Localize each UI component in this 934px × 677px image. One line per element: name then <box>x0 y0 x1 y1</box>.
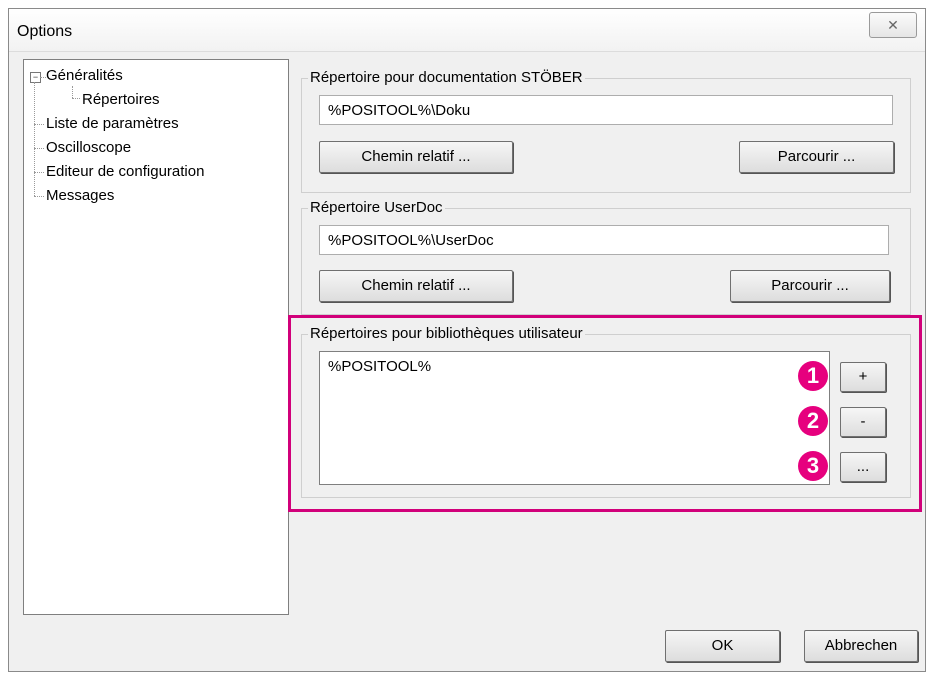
userdoc-relative-path-button[interactable]: Chemin relatif ... <box>319 270 513 302</box>
annotation-highlight-frame <box>288 315 922 512</box>
tree-item-generalites[interactable]: Généralités <box>46 67 123 85</box>
userdoc-directory-legend: Répertoire UserDoc <box>308 199 445 216</box>
close-icon: ✕ <box>887 17 899 33</box>
tree-connector <box>34 124 44 125</box>
userdoc-directory-group: Répertoire UserDoc %POSITOOL%\UserDoc Ch… <box>301 199 911 315</box>
tree-connector <box>34 148 44 149</box>
userdoc-path-field[interactable]: %POSITOOL%\UserDoc <box>319 225 889 255</box>
title-bar: Options ✕ <box>9 9 925 52</box>
doc-browse-button[interactable]: Parcourir ... <box>739 141 894 173</box>
tree-connector <box>34 172 44 173</box>
tree-connector <box>72 98 80 99</box>
tree-item-liste-parametres[interactable]: Liste de paramètres <box>46 115 179 133</box>
tree-item-messages[interactable]: Messages <box>46 187 114 205</box>
options-tree[interactable]: − Généralités Répertoires Liste de param… <box>23 59 289 615</box>
tree-item-oscilloscope[interactable]: Oscilloscope <box>46 139 131 157</box>
tree-connector <box>34 82 35 196</box>
userdoc-browse-button[interactable]: Parcourir ... <box>730 270 890 302</box>
tree-connector <box>72 86 73 98</box>
close-button[interactable]: ✕ <box>869 12 917 38</box>
tree-item-editeur-configuration[interactable]: Editeur de configuration <box>46 163 204 181</box>
doc-relative-path-button[interactable]: Chemin relatif ... <box>319 141 513 173</box>
doc-directory-group: Répertoire pour documentation STÖBER %PO… <box>301 69 911 193</box>
doc-directory-legend: Répertoire pour documentation STÖBER <box>308 69 585 86</box>
ok-button[interactable]: OK <box>665 630 780 662</box>
cancel-button[interactable]: Abbrechen <box>804 630 918 662</box>
window-title: Options <box>17 23 73 40</box>
tree-connector <box>34 196 44 197</box>
tree-item-repertoires[interactable]: Répertoires <box>82 91 160 109</box>
doc-path-field[interactable]: %POSITOOL%\Doku <box>319 95 893 125</box>
